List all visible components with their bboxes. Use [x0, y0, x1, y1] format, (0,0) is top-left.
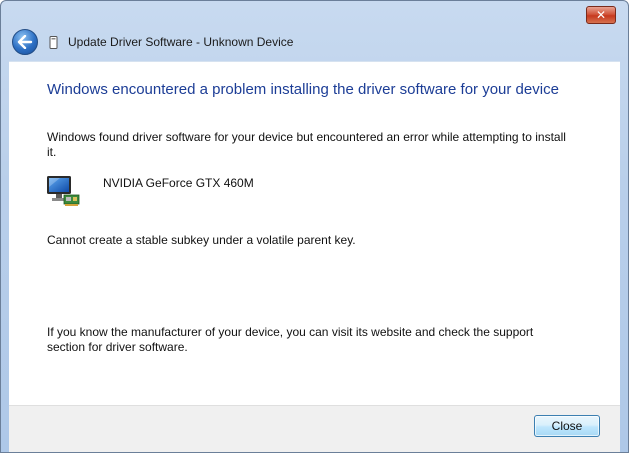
display-adapter-icon — [47, 176, 80, 206]
button-bar: Close — [9, 405, 620, 452]
window-title: Update Driver Software - Unknown Device — [68, 35, 294, 49]
device-name: NVIDIA GeForce GTX 460M — [103, 176, 254, 190]
window-close-button[interactable]: ✕ — [586, 6, 616, 24]
page-title: Windows encountered a problem installing… — [47, 81, 559, 98]
back-arrow-icon — [17, 35, 33, 49]
description-text: Windows found driver software for your d… — [47, 130, 566, 159]
device-icon — [49, 36, 58, 49]
update-driver-window: ✕ Update Driver Software - Unknown Devic… — [0, 0, 629, 453]
close-icon: ✕ — [595, 8, 607, 22]
back-button[interactable] — [12, 29, 38, 55]
content-area: Windows encountered a problem installing… — [9, 61, 620, 405]
help-text: If you know the manufacturer of your dev… — [47, 325, 534, 354]
close-button[interactable]: Close — [534, 415, 600, 437]
title-bar: Update Driver Software - Unknown Device — [9, 27, 620, 59]
error-message: Cannot create a stable subkey under a vo… — [47, 233, 356, 247]
